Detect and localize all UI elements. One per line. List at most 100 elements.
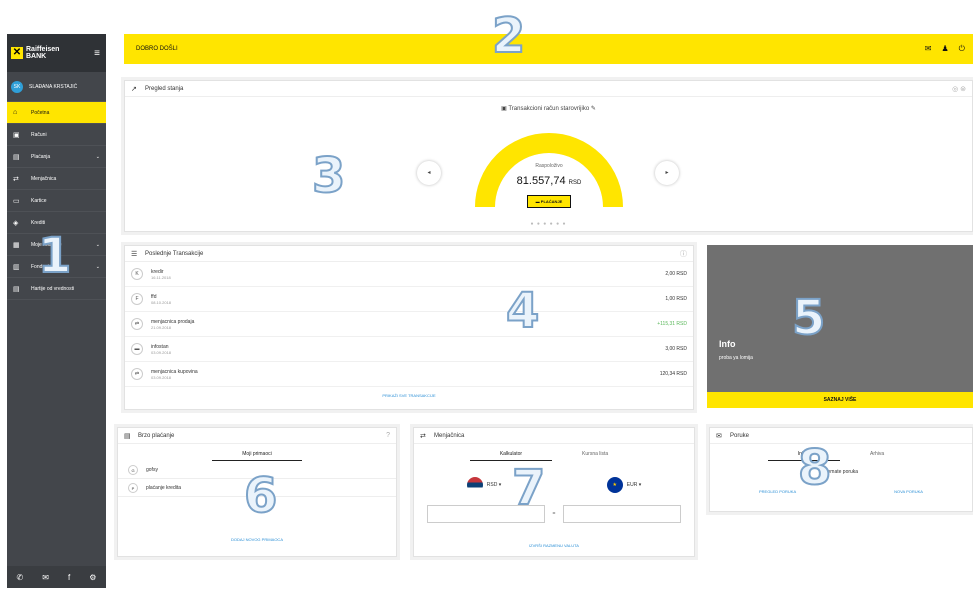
next-account-button[interactable]: ▸ <box>655 161 679 185</box>
table-row[interactable]: ⇄ menjacnica kupovina 03.09.2018 120,34 RSD <box>125 362 693 387</box>
phone-icon[interactable]: ✆ <box>17 573 24 582</box>
show-all-transactions-link[interactable]: PRIKAŽI SVE TRANSAKCIJE <box>125 387 693 398</box>
info-title: Info <box>719 339 736 349</box>
overview-card: ↗ Pregled stanja ◎ ⊜ ▣ Transakcioni raču… <box>124 80 973 232</box>
welcome-text: DOBRO DOŠLI <box>136 46 178 52</box>
exchange-card: ⇄ Menjačnica Kalkulator Kursna lista RSD… <box>413 427 695 557</box>
tab-archive[interactable]: Arhiva <box>840 448 914 461</box>
sidebar-item-2[interactable]: ▤ Plaćanja ⌄ <box>7 146 106 168</box>
prev-account-button[interactable]: ◂ <box>417 161 441 185</box>
transactions-list: Kkredir 16.11.2018 2,00 RSD Fffd 08.10.2018 1… <box>125 262 693 387</box>
add-recipient-link[interactable]: DODAJ NOVOG PRIMAOCA <box>118 531 396 542</box>
recipient-icon: P <box>128 482 138 493</box>
transaction-info: kredir 16.11.2018 <box>151 269 171 280</box>
sidebar-item-0[interactable]: ⌂ Početna <box>7 102 106 124</box>
app-root: ✕ Raiffeisen BANK ≡ SK SLAĐANA KRSTAJIĆ … <box>0 0 973 594</box>
annotation-2: 2 <box>491 7 526 65</box>
table-row[interactable]: ⇄ menjacnica prodaja 21.09.2018 +115,31 RSD <box>125 312 693 337</box>
annotation-3: 3 <box>311 147 346 205</box>
table-row[interactable]: Fffd 08.10.2018 1,00 RSD <box>125 287 693 312</box>
currency-selectors: RSD ▾ ★ EUR ▾ <box>414 477 694 493</box>
messages-tabs: Inbox Arhiva <box>710 444 972 461</box>
payment-icon: ▤ <box>124 432 131 440</box>
pay-button[interactable]: ▬ PLAĆANJE <box>526 195 572 208</box>
transaction-date: 21.09.2018 <box>151 324 172 330</box>
available-label: Raspoloživo <box>535 163 563 169</box>
annotation-8: 8 <box>797 439 832 497</box>
info-card: Info proba ya lomija SAZNAJ VIŠE <box>707 245 973 408</box>
account-selector[interactable]: ▣ Transakcioni račun starovrijiko ✎ <box>125 105 972 112</box>
payment-icon: ▤ <box>13 153 20 161</box>
messages-card: ✉ Poruke Inbox Arhiva Nemate poruka PREG… <box>709 427 973 512</box>
tab-my-recipients[interactable]: Moji primaoci <box>212 448 302 461</box>
hamburger-menu-icon[interactable]: ≡ <box>94 48 100 59</box>
annotation-4: 4 <box>505 282 540 340</box>
sidebar-item-label: Hartije od vrednosti <box>31 285 75 292</box>
view-messages-link[interactable]: PREGLED PORUKA <box>759 489 796 494</box>
balance-amount: 81.557,74 RSD <box>475 175 623 187</box>
chevron-down-icon: ⌄ <box>95 153 100 160</box>
mail-icon[interactable]: ✉ <box>42 573 49 582</box>
transaction-icon: ⇄ <box>131 318 143 330</box>
sidebar-item-label: Krediti <box>31 219 46 226</box>
quickpay-tabs: Moji primaoci <box>118 444 396 461</box>
settings-icon[interactable]: ⚙ <box>89 573 96 582</box>
brand-name-line2: BANK <box>26 53 47 60</box>
chart-toggle-icon[interactable]: ◎ ⊜ <box>952 85 966 93</box>
equals-sign: = <box>552 511 556 517</box>
mail-icon[interactable]: ✉ <box>925 44 932 54</box>
execute-exchange-link[interactable]: IZVRŠI RAZMENU VALUTA <box>414 537 694 548</box>
securities-icon: ▤ <box>13 285 20 293</box>
serbia-flag-icon <box>466 477 483 493</box>
messages-title: Poruke <box>730 432 750 439</box>
annotation-7: 7 <box>511 459 546 517</box>
raiffeisen-logo-icon: ✕ <box>11 47 23 59</box>
sidebar-item-3[interactable]: ⇄ Menjačnica <box>7 168 106 190</box>
messages-links: PREGLED PORUKA NOVA PORUKA <box>710 489 972 494</box>
transaction-info: infostan 03.09.2018 <box>151 344 171 355</box>
new-message-link[interactable]: NOVA PORUKA <box>894 489 923 494</box>
help-icon[interactable]: ? <box>386 432 390 439</box>
annotation-1: 1 <box>37 227 72 285</box>
sidebar-footer: ✆ ✉ f ⚙ <box>7 566 106 588</box>
power-icon[interactable]: ⏻ <box>959 44 965 54</box>
sidebar-item-label: Menjačnica <box>31 175 57 182</box>
transaction-icon: ▬ <box>131 343 143 355</box>
messages-header: ✉ Poruke <box>710 428 972 444</box>
balance-value: 81.557,74 <box>516 175 566 187</box>
to-amount-input[interactable] <box>563 505 682 523</box>
trend-icon: ↗ <box>131 85 137 93</box>
balance-currency: RSD <box>568 180 582 186</box>
user-icon[interactable]: ♟ <box>942 44 949 54</box>
exchange-tabs: Kalkulator Kursna lista <box>414 444 694 461</box>
table-row[interactable]: Kkredir 16.11.2018 2,00 RSD <box>125 262 693 287</box>
user-profile[interactable]: SK SLAĐANA KRSTAJIĆ <box>7 72 106 102</box>
quickpay-title: Brzo plaćanje <box>138 432 175 439</box>
transaction-amount: 1,00 RSD <box>665 296 687 302</box>
transaction-icon: F <box>131 293 143 305</box>
brand-bar: ✕ Raiffeisen BANK ≡ <box>7 34 106 72</box>
carousel-dots[interactable]: ● ● ● ● ● ● <box>125 221 972 227</box>
info-subtitle: proba ya lomija <box>719 355 753 361</box>
transactions-header: ☰ Poslednje Transakcije ⓘ <box>125 246 693 262</box>
to-currency-select[interactable]: ★ EUR ▾ <box>606 477 641 493</box>
list-icon: ☰ <box>131 250 138 258</box>
transactions-card: ☰ Poslednje Transakcije ⓘ Kkredir 16.11.2… <box>124 245 694 410</box>
from-currency-value: RSD ▾ <box>486 482 502 488</box>
exchange-inputs: = <box>414 505 694 523</box>
from-currency-select[interactable]: RSD ▾ <box>466 477 502 493</box>
learn-more-button[interactable]: SAZNAJ VIŠE <box>707 392 973 408</box>
table-row[interactable]: ▬ infostan 03.09.2018 3,00 RSD <box>125 337 693 362</box>
tab-exchange-rates[interactable]: Kursna lista <box>552 448 638 461</box>
facebook-icon[interactable]: f <box>68 573 70 582</box>
exchange-title: Menjačnica <box>434 432 465 439</box>
quickpay-header: ▤ Brzo plaćanje ? <box>118 428 396 444</box>
transaction-amount: 3,00 RSD <box>665 346 687 352</box>
info-icon[interactable]: ⓘ <box>680 249 687 259</box>
sidebar-item-label: Plaćanja <box>31 153 51 160</box>
recipient-icon: G <box>128 464 138 475</box>
sidebar-item-4[interactable]: ▭ Kartice <box>7 190 106 212</box>
sidebar-item-1[interactable]: ▣ Računi <box>7 124 106 146</box>
exchange-icon: ⇄ <box>13 175 19 183</box>
chevron-down-icon: ⌄ <box>95 263 100 270</box>
